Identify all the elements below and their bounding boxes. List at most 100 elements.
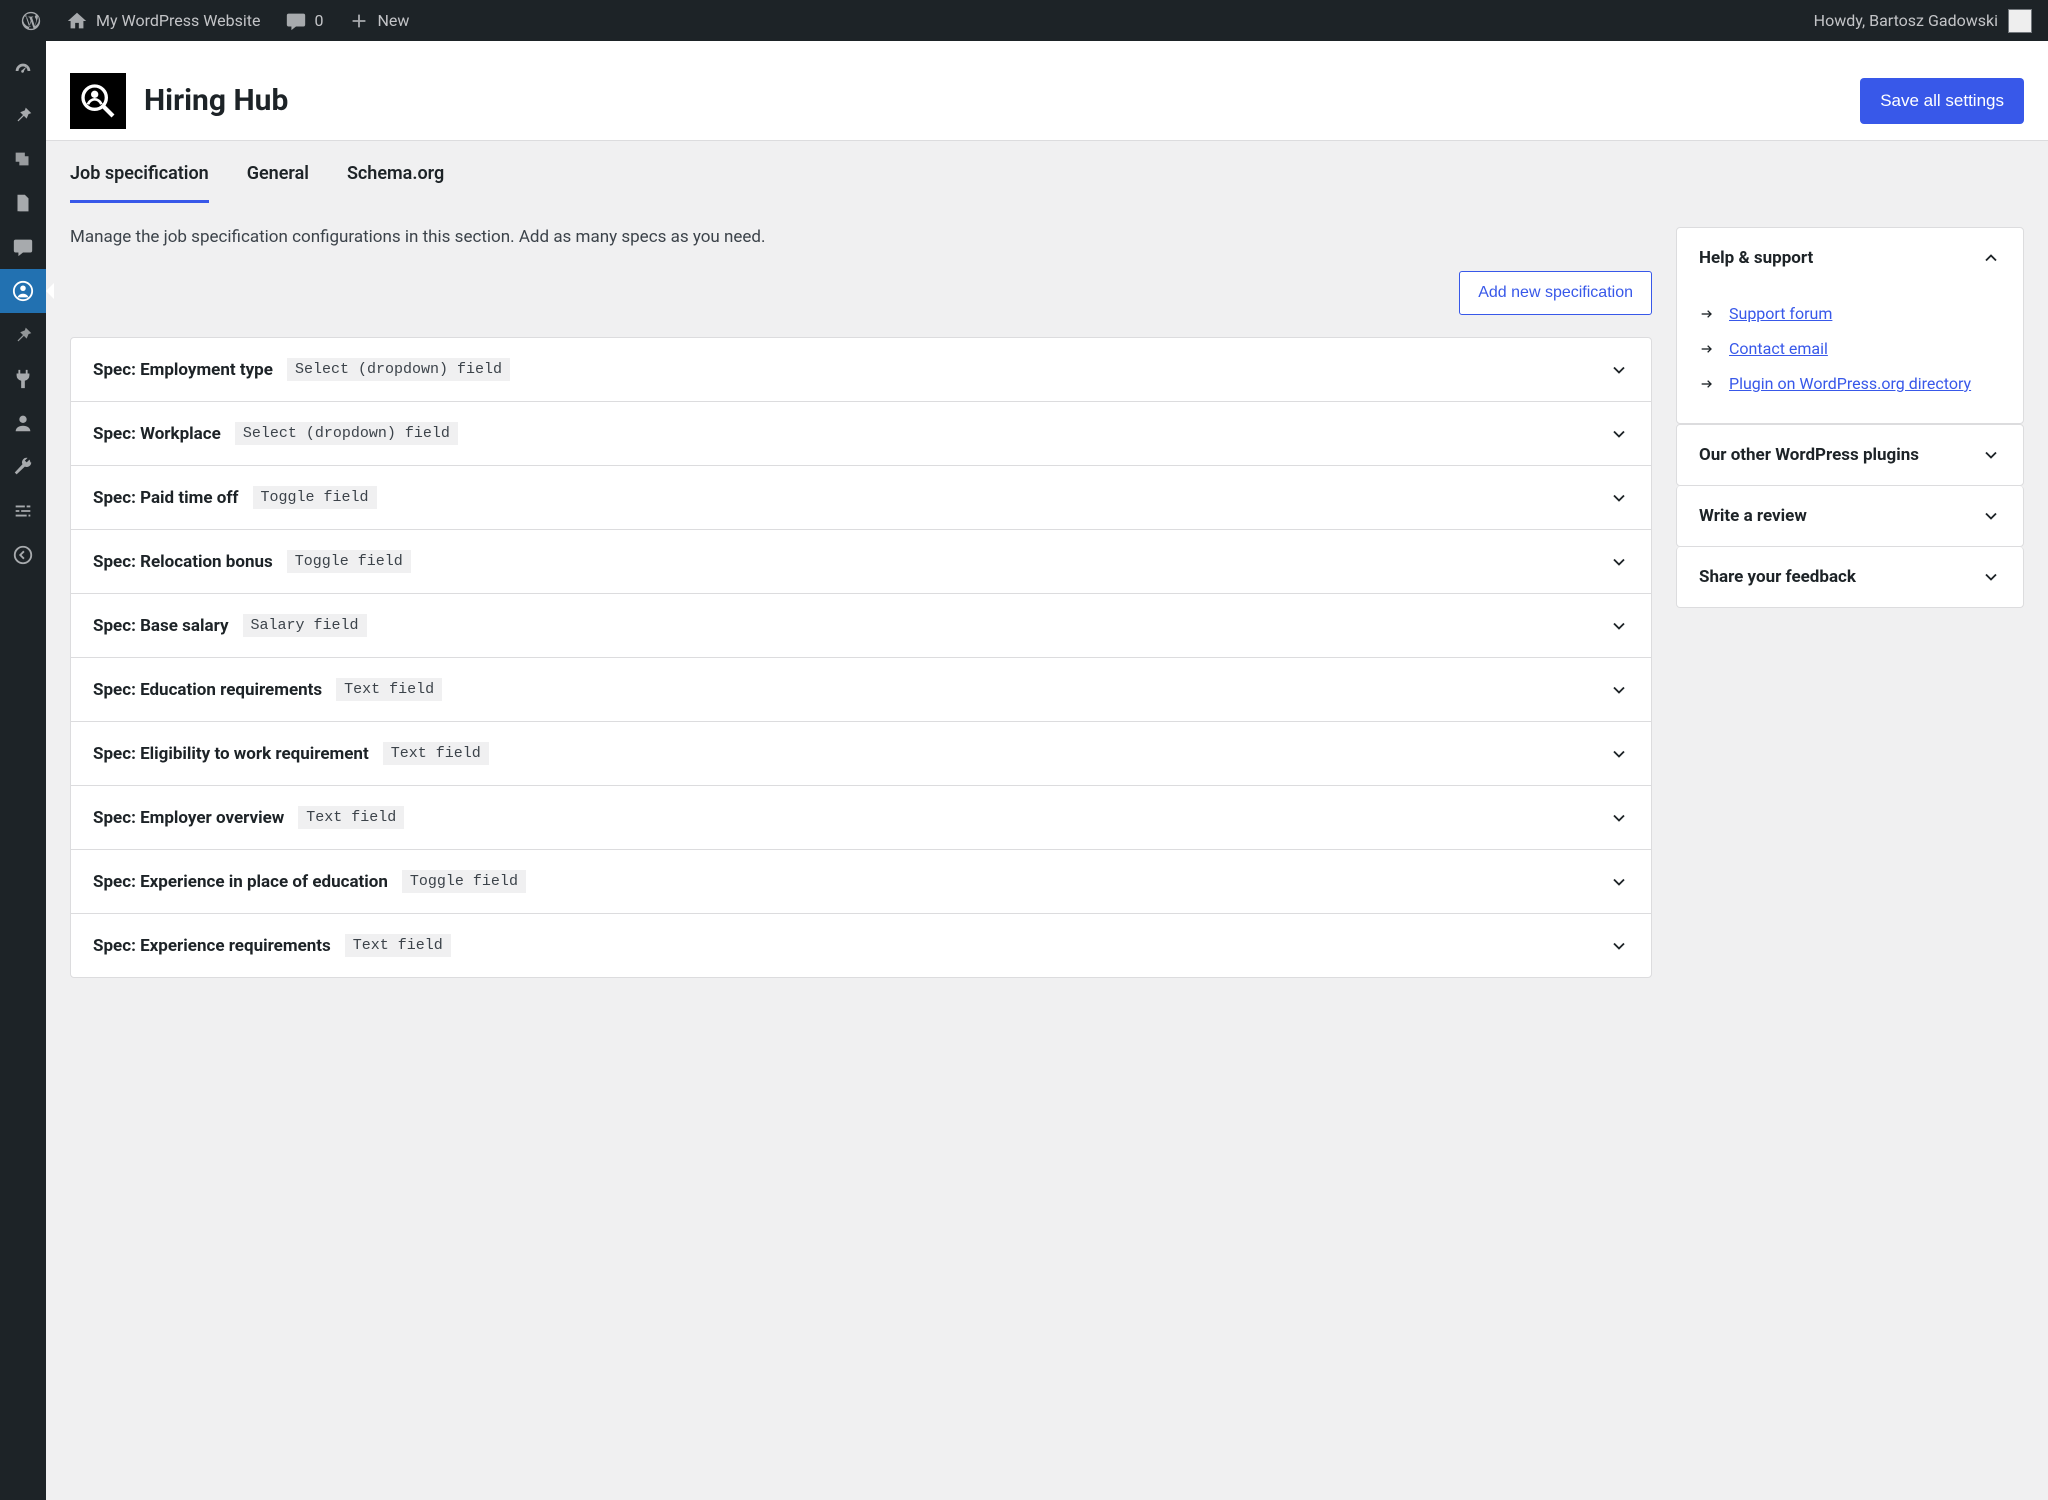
nav-hiring-hub[interactable] <box>0 269 46 313</box>
spec-type-badge: Toggle field <box>253 486 377 509</box>
nav-posts[interactable] <box>0 93 46 137</box>
nav-users[interactable] <box>0 401 46 445</box>
panel-header[interactable]: Our other WordPress plugins <box>1677 425 2023 485</box>
chevron-down-icon <box>1981 567 2001 587</box>
comment-icon <box>285 10 307 32</box>
spec-type-badge: Toggle field <box>402 870 526 893</box>
panel-title: Share your feedback <box>1699 567 1856 587</box>
sliders-icon <box>12 500 34 522</box>
spec-label: Spec: Experience in place of education <box>93 872 388 892</box>
person-icon <box>12 412 34 434</box>
plug-icon <box>12 368 34 390</box>
chevron-down-icon <box>1609 360 1629 380</box>
account-menu[interactable]: Howdy, Bartosz Gadowski <box>1814 9 2040 33</box>
page-title: Hiring Hub <box>144 83 288 118</box>
help-link-row: Contact email <box>1699 331 2001 366</box>
help-support-header[interactable]: Help & support <box>1677 228 2023 288</box>
nav-tools[interactable] <box>0 445 46 489</box>
spec-type-badge: Salary field <box>243 614 367 637</box>
admin-bar: My WordPress Website 0 New Howdy, Bartos… <box>0 0 2048 41</box>
panel-title: Write a review <box>1699 506 1807 526</box>
tab-schema-org[interactable]: Schema.org <box>347 163 444 203</box>
chevron-down-icon <box>1609 936 1629 956</box>
spec-row[interactable]: Spec: Experience in place of education To… <box>71 850 1651 914</box>
spec-label: Spec: Workplace <box>93 424 221 444</box>
spec-row[interactable]: Spec: Employer overviewText field <box>71 786 1651 850</box>
spec-row[interactable]: Spec: Base salarySalary field <box>71 594 1651 658</box>
chevron-down-icon <box>1981 506 2001 526</box>
panel-header[interactable]: Share your feedback <box>1677 547 2023 607</box>
help-link-row: Support forum <box>1699 296 2001 331</box>
nav-media[interactable] <box>0 137 46 181</box>
plugin-logo <box>70 73 126 129</box>
add-specification-button[interactable]: Add new specification <box>1459 271 1652 315</box>
tabs: Job specification General Schema.org <box>46 141 2048 203</box>
sidebar-panels: Help & support Support forum Contact emai… <box>1676 227 2024 608</box>
chevron-down-icon <box>1609 488 1629 508</box>
spec-type-badge: Text field <box>336 678 442 701</box>
nav-plugins[interactable] <box>0 357 46 401</box>
comments-link[interactable]: 0 <box>273 0 336 41</box>
person-circle-icon <box>12 280 34 302</box>
site-home-link[interactable]: My WordPress Website <box>54 0 273 41</box>
comments-count: 0 <box>315 11 324 30</box>
panel-header[interactable]: Write a review <box>1677 486 2023 546</box>
chevron-down-icon <box>1609 872 1629 892</box>
panel-title: Our other WordPress plugins <box>1699 445 1919 465</box>
main-content: Hiring Hub Save all settings Job specifi… <box>46 41 2048 1500</box>
arrow-right-icon <box>1699 341 1715 357</box>
sidebar-panel: Share your feedback <box>1676 547 2024 608</box>
chevron-down-icon <box>1609 552 1629 572</box>
spec-label: Spec: Experience requirements <box>93 936 331 956</box>
nav-appearance[interactable] <box>0 313 46 357</box>
media-icon <box>12 148 34 170</box>
spec-label: Spec: Eligibility to work requirement <box>93 744 369 764</box>
spec-label: Spec: Employment type <box>93 360 273 380</box>
spec-type-badge: Text field <box>383 742 489 765</box>
spec-row[interactable]: Spec: Eligibility to work requirement Tex… <box>71 722 1651 786</box>
admin-side-nav <box>0 41 46 1500</box>
wp-logo-menu[interactable] <box>8 0 54 41</box>
tab-general[interactable]: General <box>247 163 309 203</box>
person-search-icon <box>78 81 118 121</box>
help-link-row: Plugin on WordPress.org directory <box>1699 366 2001 401</box>
spec-row[interactable]: Spec: Employment typeSelect (dropdown) f… <box>71 338 1651 402</box>
spec-row[interactable]: Spec: WorkplaceSelect (dropdown) field <box>71 402 1651 466</box>
chevron-down-icon <box>1609 680 1629 700</box>
spec-row[interactable]: Spec: Paid time offToggle field <box>71 466 1651 530</box>
help-link[interactable]: Contact email <box>1729 339 1828 358</box>
sidebar-panel: Write a review <box>1676 486 2024 547</box>
nav-collapse[interactable] <box>0 533 46 577</box>
spec-label: Spec: Employer overview <box>93 808 284 828</box>
sidebar-panel: Our other WordPress plugins <box>1676 424 2024 486</box>
help-link[interactable]: Support forum <box>1729 304 1832 323</box>
spec-label: Spec: Relocation bonus <box>93 552 273 572</box>
save-all-button[interactable]: Save all settings <box>1860 78 2024 124</box>
spec-row[interactable]: Spec: Relocation bonus Toggle field <box>71 530 1651 594</box>
wrench-icon <box>12 456 34 478</box>
greeting-text: Howdy, Bartosz Gadowski <box>1814 11 1998 30</box>
nav-settings[interactable] <box>0 489 46 533</box>
home-icon <box>66 10 88 32</box>
section-description: Manage the job specification configurati… <box>70 227 1652 247</box>
pin-icon <box>12 104 34 126</box>
chevron-down-icon <box>1981 445 2001 465</box>
arrow-right-icon <box>1699 376 1715 392</box>
help-link[interactable]: Plugin on WordPress.org directory <box>1729 374 1971 393</box>
tab-job-specification[interactable]: Job specification <box>70 163 209 203</box>
new-content-link[interactable]: New <box>336 0 422 41</box>
nav-comments[interactable] <box>0 225 46 269</box>
panel-title: Help & support <box>1699 248 1813 268</box>
spec-type-badge: Toggle field <box>287 550 411 573</box>
pages-icon <box>12 192 34 214</box>
avatar <box>2008 9 2032 33</box>
chevron-down-icon <box>1609 744 1629 764</box>
nav-pages[interactable] <box>0 181 46 225</box>
spec-row[interactable]: Spec: Experience requirementsText field <box>71 914 1651 977</box>
wordpress-icon <box>20 10 42 32</box>
spec-label: Spec: Education requirements <box>93 680 322 700</box>
nav-dashboard[interactable] <box>0 49 46 93</box>
chevron-down-icon <box>1609 424 1629 444</box>
brush-icon <box>12 324 34 346</box>
spec-row[interactable]: Spec: Education requirements Text field <box>71 658 1651 722</box>
